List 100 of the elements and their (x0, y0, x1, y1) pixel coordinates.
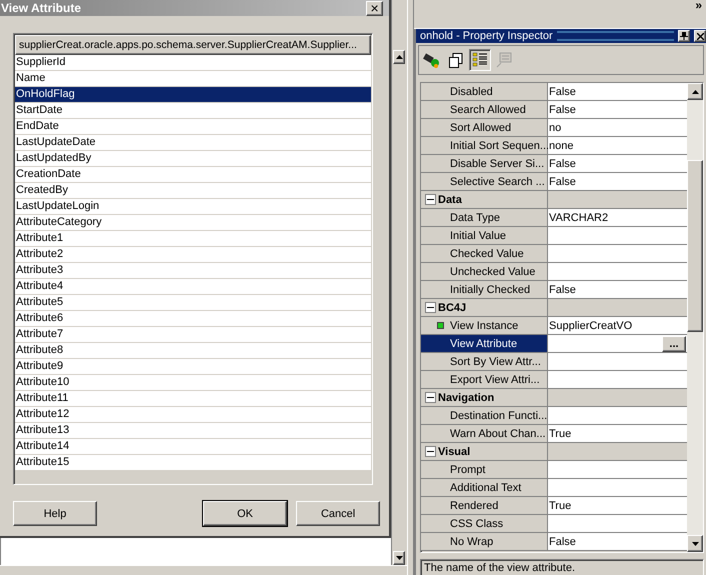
scrollbar[interactable] (391, 0, 407, 565)
list-item[interactable]: Attribute1 (15, 231, 372, 247)
list-item[interactable]: Attribute12 (15, 407, 372, 423)
value-field[interactable]: none (548, 137, 687, 154)
value-field[interactable] (548, 263, 687, 280)
list-item[interactable]: Attribute10 (15, 375, 372, 391)
list-item[interactable]: Attribute5 (15, 295, 372, 311)
property-name[interactable]: Additional Text (421, 479, 548, 496)
ok-button[interactable]: OK (203, 501, 288, 526)
property-name[interactable]: Data Type (421, 209, 548, 226)
property-name[interactable]: Export View Attri... (421, 371, 548, 388)
value-field[interactable] (548, 515, 687, 532)
value-field[interactable]: False (548, 533, 687, 550)
value-field[interactable] (548, 245, 687, 262)
list-item[interactable]: Attribute7 (15, 327, 372, 343)
scroll-up-button[interactable] (687, 83, 703, 100)
cancel-button[interactable]: Cancel (296, 501, 380, 526)
value-field[interactable] (548, 407, 687, 424)
collapse-icon[interactable] (425, 194, 436, 205)
value-field[interactable] (548, 353, 687, 370)
property-name[interactable]: Destination Functi... (421, 407, 548, 424)
value-field[interactable]: SupplierCreatVO (548, 317, 687, 334)
property-name[interactable]: Rendered (421, 497, 548, 514)
list-item[interactable]: Attribute14 (15, 439, 372, 455)
close-button[interactable] (694, 30, 706, 42)
property-name[interactable]: Initial Value (421, 227, 548, 244)
property-name[interactable]: Disable Server Si... (421, 155, 548, 172)
scroll-up-button[interactable] (393, 50, 406, 64)
value-field[interactable]: False (548, 101, 687, 118)
toolbar-button[interactable] (469, 49, 491, 71)
value-field[interactable] (548, 461, 687, 478)
list-item[interactable]: Attribute9 (15, 359, 372, 375)
property-name[interactable]: Sort By View Attr... (421, 353, 548, 370)
list-item[interactable]: Attribute13 (15, 423, 372, 439)
property-name[interactable]: Search Allowed (421, 101, 548, 118)
list-item[interactable]: LastUpdateLogin (15, 199, 372, 215)
help-button[interactable]: Help (13, 501, 97, 526)
list-item[interactable]: AttributeCategory (15, 215, 372, 231)
scroll-thumb[interactable] (687, 160, 703, 332)
value-field[interactable]: True (548, 425, 687, 442)
property-name[interactable]: Initial Sort Sequen... (421, 137, 548, 154)
list-item[interactable]: StartDate (15, 103, 372, 119)
list-item[interactable]: Attribute11 (15, 391, 372, 407)
value-field[interactable] (548, 479, 687, 496)
list-item[interactable]: Attribute2 (15, 247, 372, 263)
category-label: Visual (438, 446, 470, 458)
category-label: Navigation (438, 392, 494, 404)
scroll-down-button[interactable] (687, 535, 703, 552)
list-item[interactable]: Name (15, 71, 372, 87)
list-item[interactable]: CreatedBy (15, 183, 372, 199)
value-field[interactable]: True (548, 497, 687, 514)
list-item[interactable]: Attribute6 (15, 311, 372, 327)
down-arrow-icon (396, 556, 403, 560)
list-item[interactable]: Attribute3 (15, 263, 372, 279)
list-item[interactable]: LastUpdateDate (15, 135, 372, 151)
collapse-icon[interactable] (425, 302, 436, 313)
category-label: BC4J (438, 302, 466, 314)
scroll-down-button[interactable] (393, 551, 406, 565)
property-name[interactable]: Disabled (421, 83, 548, 100)
value-field[interactable]: VARCHAR2 (548, 209, 687, 226)
close-icon (696, 32, 704, 40)
property-name[interactable]: Initially Checked (421, 281, 548, 298)
value-field[interactable]: False (548, 173, 687, 190)
value-field[interactable]: ... (548, 335, 687, 352)
property-name[interactable]: Checked Value (421, 245, 548, 262)
property-name[interactable]: Selective Search ... (421, 173, 548, 190)
list-item[interactable]: CreationDate (15, 167, 372, 183)
splitter[interactable] (407, 0, 414, 575)
list-item[interactable]: LastUpdatedBy (15, 151, 372, 167)
list-item[interactable]: EndDate (15, 119, 372, 135)
property-name[interactable]: Warn About Chan... (421, 425, 548, 442)
list-header[interactable]: supplierCreat.oracle.apps.po.schema.server.SupplierCreatAM.Supplier... (15, 35, 372, 55)
collapse-icon[interactable] (425, 446, 436, 457)
value-field[interactable]: False (548, 83, 687, 100)
property-name[interactable]: View Attribute (421, 335, 548, 352)
browse-button[interactable]: ... (662, 336, 686, 352)
property-name[interactable]: No Wrap (421, 533, 548, 550)
property-name[interactable]: CSS Class (421, 515, 548, 532)
list-item[interactable]: OnHoldFlag (15, 87, 372, 103)
value-field[interactable]: False (548, 281, 687, 298)
copy-icon (449, 52, 463, 68)
value-field[interactable]: False (548, 155, 687, 172)
overflow-button[interactable]: » (695, 0, 706, 10)
pin-icon (680, 32, 688, 40)
value-field[interactable] (548, 227, 687, 244)
property-name[interactable]: View Instance (421, 317, 548, 334)
pin-button[interactable] (678, 30, 690, 42)
property-name[interactable]: Unchecked Value (421, 263, 548, 280)
close-button[interactable]: × (366, 0, 384, 16)
scrollbar[interactable] (687, 83, 703, 552)
list-item[interactable]: Attribute15 (15, 455, 372, 471)
property-name[interactable]: Sort Allowed (421, 119, 548, 136)
list-item[interactable]: Attribute4 (15, 279, 372, 295)
collapse-icon[interactable] (425, 392, 436, 403)
list-item[interactable]: SupplierId (15, 55, 372, 71)
value-field[interactable] (548, 371, 687, 388)
property-name[interactable]: Prompt (421, 461, 548, 478)
value-field[interactable]: no (548, 119, 687, 136)
list-item[interactable]: Attribute8 (15, 343, 372, 359)
dialog-title: View Attribute (1, 1, 82, 15)
